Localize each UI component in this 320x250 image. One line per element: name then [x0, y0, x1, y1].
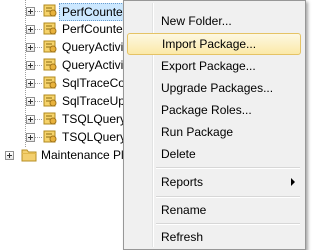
- package-icon: [43, 4, 57, 17]
- folder-icon: [21, 149, 37, 162]
- menu-separator: [156, 167, 300, 169]
- menu-separator: [156, 196, 300, 198]
- menu-item-label: Reports: [161, 175, 204, 189]
- tree-node-label[interactable]: Maintenance Pl: [41, 147, 124, 163]
- expand-icon[interactable]: [26, 79, 35, 88]
- expand-icon[interactable]: [26, 43, 35, 52]
- expand-icon[interactable]: [26, 97, 35, 106]
- menu-item-refresh[interactable]: Refresh: [127, 226, 301, 248]
- menu-item-new-folder[interactable]: New Folder...: [127, 10, 301, 32]
- menu-item-export-package[interactable]: Export Package...: [127, 55, 301, 77]
- expand-icon[interactable]: [26, 115, 35, 124]
- expand-icon[interactable]: [26, 25, 35, 34]
- expand-icon[interactable]: [26, 7, 35, 16]
- tree-node-label[interactable]: SqlTraceCol: [62, 75, 128, 91]
- tree-node-label[interactable]: QueryActivit: [62, 39, 127, 55]
- menu-item-delete[interactable]: Delete: [127, 143, 301, 165]
- menu-separator: [156, 223, 300, 225]
- tree-node-label[interactable]: QueryActivi: [62, 57, 123, 73]
- expand-icon[interactable]: [26, 61, 35, 70]
- menu-item-rename[interactable]: Rename: [127, 199, 301, 221]
- menu-item-reports[interactable]: Reports: [127, 171, 301, 193]
- expand-icon[interactable]: [5, 151, 14, 160]
- tree-connector: [25, 0, 26, 147]
- package-icon: [43, 112, 57, 125]
- package-icon: [43, 22, 57, 35]
- package-icon: [43, 130, 57, 143]
- context-menu: New Folder... Import Package... Export P…: [123, 0, 306, 250]
- package-icon: [43, 58, 57, 71]
- package-icon: [43, 76, 57, 89]
- menu-item-package-roles[interactable]: Package Roles...: [127, 99, 301, 121]
- submenu-arrow-icon: [291, 178, 295, 186]
- tree-node-label[interactable]: SqlTraceUpl: [62, 93, 128, 109]
- menu-item-import-package[interactable]: Import Package...: [127, 33, 301, 55]
- menu-item-run-package[interactable]: Run Package: [127, 121, 301, 143]
- menu-item-upgrade-packages[interactable]: Upgrade Packages...: [127, 77, 301, 99]
- package-icon: [43, 40, 57, 53]
- expand-icon[interactable]: [26, 133, 35, 142]
- package-icon: [43, 94, 57, 107]
